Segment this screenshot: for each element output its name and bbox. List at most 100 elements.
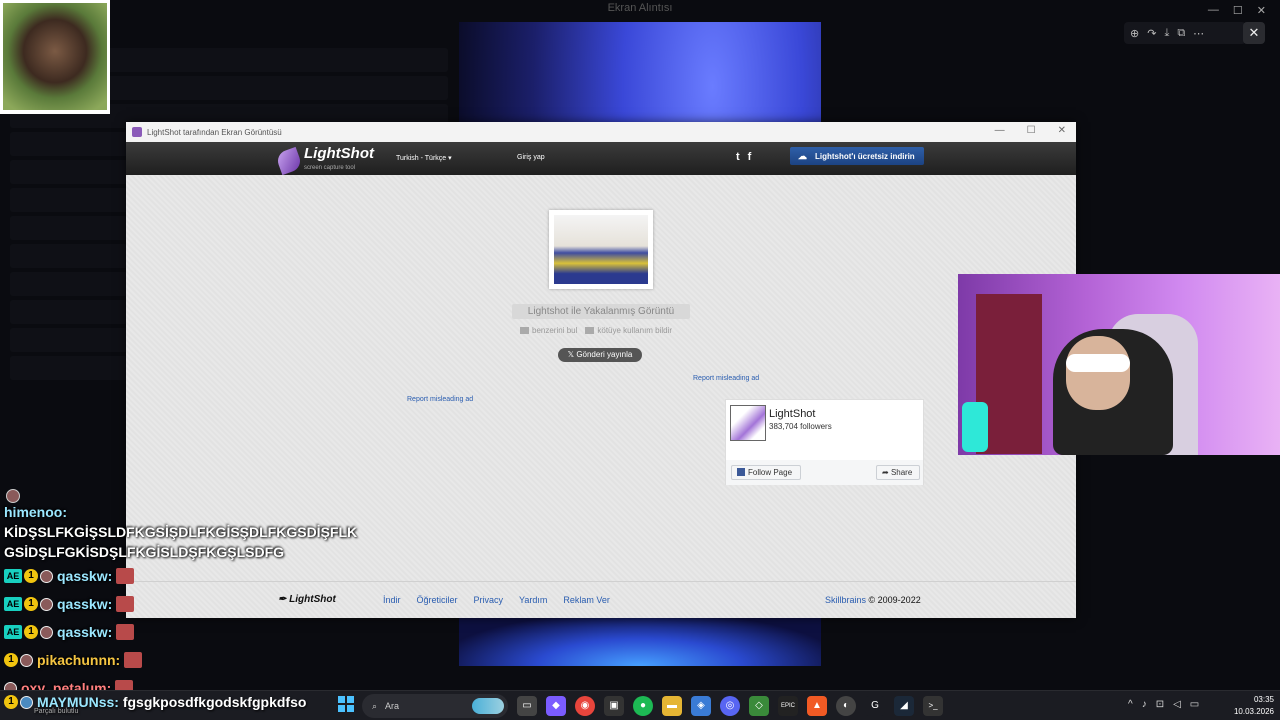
- image-caption: Lightshot ile Yakalanmış Görüntü: [512, 304, 690, 319]
- download-button[interactable]: ☁ Lightshot'ı ücretsiz indirin: [790, 147, 924, 165]
- task-view-icon[interactable]: ▭: [517, 696, 537, 716]
- clock[interactable]: 03:35 10.03.2026: [1226, 694, 1274, 718]
- spotify-icon[interactable]: ●: [633, 696, 653, 716]
- lightshot-app-icon: [132, 127, 142, 137]
- heart-glasses: [1066, 354, 1130, 372]
- window-title: LightShot tarafından Ekran Görüntüsü: [147, 127, 282, 137]
- chat-message: AE 1 qasskw:: [4, 618, 464, 646]
- footer-link-advertise[interactable]: Reklam Ver: [563, 595, 610, 605]
- find-similar-link[interactable]: benzerini bul: [520, 326, 577, 335]
- twitter-icon[interactable]: t: [736, 151, 740, 163]
- site-logo[interactable]: LightShot screen capture tool: [274, 145, 374, 176]
- post-tweet-button[interactable]: 𝕏 Gönderi yayınla: [558, 348, 642, 362]
- chat-message: AE 1 qasskw:: [4, 590, 464, 618]
- file-explorer-icon[interactable]: ▬: [662, 696, 682, 716]
- brave-icon[interactable]: ▲: [807, 696, 827, 716]
- paint-icon[interactable]: ◇: [749, 696, 769, 716]
- chat-text: KİDŞSLFKGİŞSLDFKGSİŞDLFKGİSŞDLFKGSDİŞFLK…: [4, 524, 358, 560]
- chat-badge: AE: [4, 625, 22, 639]
- chat-emote: [124, 652, 143, 668]
- chat-username: himenoo:: [4, 504, 67, 520]
- taskbar-apps: ▭ ◆ ◉ ▣ ● ▬ ◈ ◎ ◇ EPIC ▲ ◐ G ◢ >_: [517, 696, 943, 716]
- sub-badge: 1: [24, 625, 38, 639]
- lightshot-page-avatar[interactable]: [730, 405, 766, 441]
- chat-message: himenoo: KİDŞSLFKGİŞSLDFKGSİŞDLFKGİSŞDLF…: [4, 488, 454, 562]
- epic-games-icon[interactable]: EPIC: [778, 696, 798, 716]
- chat-avatar: [20, 653, 33, 667]
- terminal-icon[interactable]: >_: [923, 696, 943, 716]
- chat-username: qasskw:: [57, 624, 113, 640]
- chat-message: 1 pikachunnn:: [4, 646, 464, 674]
- feather-logo-icon: [274, 146, 304, 176]
- sub-badge: 1: [4, 695, 18, 709]
- time: 03:35: [1253, 695, 1274, 704]
- fb-page-name[interactable]: LightShot: [769, 408, 815, 420]
- follow-page-button[interactable]: Follow Page: [731, 465, 801, 480]
- app-icon[interactable]: ◈: [691, 696, 711, 716]
- sub-badge: 1: [24, 569, 38, 583]
- footer-link-privacy[interactable]: Privacy: [474, 595, 504, 605]
- report-abuse-link[interactable]: kötüye kullanım bildir: [585, 326, 672, 335]
- g-hub-icon[interactable]: G: [865, 696, 885, 716]
- fb-follower-count: 383,704 followers: [769, 422, 832, 431]
- chat-message: AE 1 qasskw:: [4, 562, 464, 590]
- cloud-download-icon: ☁: [798, 150, 807, 161]
- screenshot-image: [554, 215, 648, 284]
- system-tray: ^ ♪ ⊡ ◁ ▭: [1128, 699, 1199, 710]
- network-icon[interactable]: ⊡: [1156, 699, 1164, 710]
- steam-icon[interactable]: ◢: [894, 696, 914, 716]
- windows-start-icon[interactable]: [338, 696, 354, 712]
- chat-avatar: [20, 695, 33, 709]
- monkey-cam-overlay: [0, 0, 110, 114]
- chat-avatar: [40, 597, 53, 611]
- more-icon[interactable]: ⋯: [1193, 27, 1204, 40]
- obs-icon[interactable]: ◐: [836, 696, 856, 716]
- chat-username: qasskw:: [57, 568, 113, 584]
- window-titlebar: LightShot tarafından Ekran Görüntüsü — ☐…: [126, 122, 1076, 142]
- microphone-icon[interactable]: ♪: [1142, 699, 1147, 710]
- report-ad-link-left[interactable]: Report misleading ad: [407, 396, 473, 403]
- chrome-icon[interactable]: ◉: [575, 696, 595, 716]
- wallpaper-image-bottom: [459, 618, 821, 666]
- minimize-button[interactable]: —: [995, 125, 1005, 136]
- chat-avatar: [40, 625, 53, 639]
- language-selector[interactable]: Turkish - Türkçe ▾: [396, 154, 452, 162]
- minimize-button[interactable]: —: [1208, 4, 1219, 17]
- app-icon[interactable]: ▣: [604, 696, 624, 716]
- streamer-webcam-overlay: [958, 274, 1280, 455]
- monkey-image: [3, 3, 107, 110]
- logo-text: LightShot: [304, 145, 374, 162]
- volume-icon[interactable]: ◁: [1173, 699, 1181, 710]
- chat-emote: [116, 624, 135, 640]
- open-external-icon[interactable]: ⧉: [1177, 27, 1185, 40]
- screenshot-thumbnail[interactable]: [549, 210, 653, 289]
- share-button[interactable]: ➦ Share: [876, 465, 920, 480]
- maximize-button[interactable]: ☐: [1233, 4, 1243, 17]
- weather-text: Parçalı bulutlu: [34, 708, 79, 715]
- discord-icon[interactable]: ◎: [720, 696, 740, 716]
- viewer-close-button[interactable]: ✕: [1243, 22, 1265, 44]
- close-window-button[interactable]: ✕: [1257, 4, 1266, 17]
- footer-link-help[interactable]: Yardım: [519, 595, 547, 605]
- taskbar-search[interactable]: ⌕ Ara: [362, 694, 508, 718]
- battery-icon[interactable]: ▭: [1190, 699, 1199, 710]
- skillbrains-link[interactable]: Skillbrains: [825, 595, 866, 605]
- social-links: t f: [736, 151, 751, 163]
- login-link[interactable]: Giriş yap: [517, 154, 545, 161]
- chevron-up-icon[interactable]: ^: [1128, 699, 1133, 710]
- close-button[interactable]: ✕: [1058, 125, 1066, 136]
- zoom-icon[interactable]: ⊕: [1130, 27, 1139, 40]
- copilot-icon[interactable]: ◆: [546, 696, 566, 716]
- facebook-icon[interactable]: f: [748, 151, 752, 163]
- chat-username: pikachunnn:: [37, 652, 121, 668]
- report-ad-link-right[interactable]: Report misleading ad: [693, 375, 759, 382]
- share-icon[interactable]: ↷: [1147, 27, 1156, 40]
- logo-subtitle: screen capture tool: [304, 165, 356, 171]
- maximize-button[interactable]: ☐: [1027, 125, 1036, 136]
- viewer-title: Ekran Alıntısı: [607, 2, 673, 14]
- footer-copyright: Skillbrains © 2009-2022: [825, 595, 921, 605]
- search-icon: ⌕: [372, 701, 378, 711]
- chat-overlay: himenoo: KİDŞSLFKGİŞSLDFKGSİŞDLFKGİSŞDLF…: [4, 488, 464, 702]
- sub-badge: 1: [4, 653, 18, 667]
- download-icon[interactable]: ⤓: [1164, 27, 1169, 40]
